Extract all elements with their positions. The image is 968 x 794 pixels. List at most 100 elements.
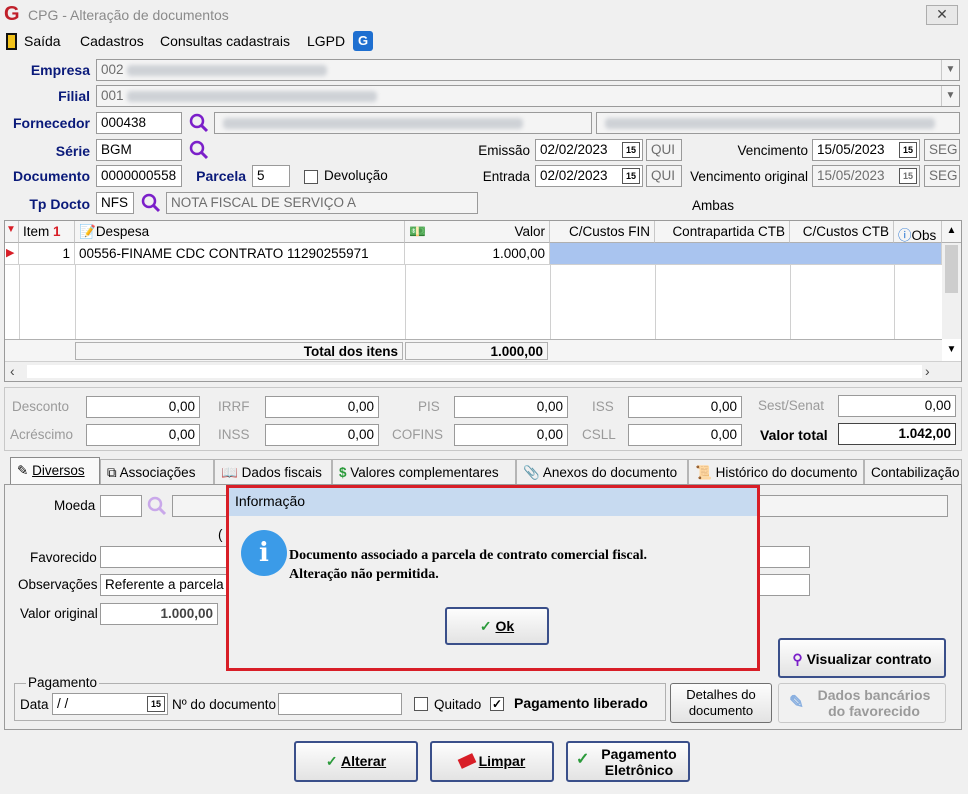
inss-label: INSS	[218, 427, 250, 442]
checkmark-icon: ✓	[479, 618, 492, 634]
search-icon[interactable]	[188, 112, 210, 134]
quitado-checkbox[interactable]	[414, 697, 428, 711]
limpar-button[interactable]: Limpar	[430, 741, 554, 782]
title-bar: G CPG - Alteração de documentos ✕	[0, 0, 968, 30]
menu-cadastros[interactable]: Cadastros	[80, 33, 144, 49]
search-icon[interactable]	[146, 495, 168, 517]
help-g-icon[interactable]: G	[353, 31, 373, 51]
tab-anexos[interactable]: 📎 Anexos do documento	[516, 459, 688, 484]
visualizar-contrato-button[interactable]: ⚲ Visualizar contrato	[778, 638, 946, 678]
ambas-label: Ambas	[692, 198, 735, 213]
cell-item[interactable]: 1	[19, 243, 75, 265]
search-icon[interactable]	[188, 139, 210, 161]
search-icon: ⚲	[792, 651, 803, 667]
documento-input[interactable]: 0000000558	[96, 165, 182, 187]
col-header-contrapartida[interactable]: Contrapartida CTB	[655, 221, 790, 243]
scroll-down-icon[interactable]: ▼	[942, 339, 961, 361]
chevron-down-icon[interactable]: ▼	[941, 86, 959, 106]
moeda-input[interactable]	[100, 495, 142, 517]
chevron-down-icon[interactable]: ▼	[941, 60, 959, 80]
irrf-input[interactable]: 0,00	[265, 396, 379, 418]
valor-original-field: 1.000,00	[100, 603, 218, 625]
ndoc-input[interactable]	[278, 693, 402, 715]
vertical-scrollbar[interactable]	[942, 243, 961, 339]
horizontal-scrollbar[interactable]: ‹ ›	[5, 361, 961, 381]
data-label: Data	[20, 697, 49, 712]
menu-saida[interactable]: Saída	[24, 33, 61, 49]
venc-original-label: Vencimento original	[690, 169, 808, 184]
cofins-input[interactable]: 0,00	[454, 424, 568, 446]
iss-input[interactable]: 0,00	[628, 396, 742, 418]
info-icon: i	[241, 530, 287, 576]
detalhes-documento-button[interactable]: Detalhes do documento	[670, 683, 772, 723]
tab-dados-fiscais[interactable]: 📖 Dados fiscais	[214, 459, 332, 484]
tab-diversos[interactable]: ✎ Diversos	[10, 457, 100, 485]
sest-input[interactable]: 0,00	[838, 395, 956, 417]
tab-valores-complementares[interactable]: $ Valores complementares	[332, 459, 516, 484]
book-icon: 📖	[221, 465, 238, 480]
paren-label: (	[218, 527, 223, 542]
cofins-label: COFINS	[392, 427, 444, 442]
vencimento-label: Vencimento	[737, 143, 808, 158]
parcela-input[interactable]: 5	[252, 165, 290, 187]
money-icon: 💵	[409, 224, 426, 239]
cell-selected[interactable]	[550, 243, 942, 265]
filial-select[interactable]: 001 ▼	[96, 85, 960, 107]
valor-total-label: Valor total	[760, 427, 828, 443]
app-logo-icon: G	[4, 3, 20, 25]
tpdocto-input[interactable]: NFS	[96, 192, 134, 214]
desconto-input[interactable]: 0,00	[86, 396, 200, 418]
dados-bancarios-button[interactable]: ✎ Dados bancários do favorecido	[778, 683, 946, 723]
col-header-valor[interactable]: 💵 Valor	[405, 221, 550, 243]
emissao-input[interactable]: 02/02/2023 15	[535, 139, 643, 161]
pagamento-liberado-checkbox[interactable]: ✓	[490, 697, 504, 711]
col-header-obs[interactable]: ⓘObs	[894, 221, 942, 243]
calendar-icon[interactable]: 15	[622, 168, 640, 184]
menu-consultas-cadastrais[interactable]: Consultas cadastrais	[160, 33, 290, 49]
tab-associacoes[interactable]: ⧉ Associações	[100, 459, 214, 484]
emissao-label: Emissão	[478, 143, 530, 158]
devolucao-checkbox[interactable]	[304, 170, 318, 184]
scroll-thumb[interactable]	[945, 245, 958, 293]
cell-valor[interactable]: 1.000,00	[405, 243, 550, 265]
eraser-icon	[457, 753, 477, 769]
entrada-day: QUI	[646, 165, 682, 187]
acrescimo-input[interactable]: 0,00	[86, 424, 200, 446]
data-input[interactable]: / /15	[52, 693, 168, 715]
ok-button[interactable]: ✓ Ok	[445, 607, 549, 645]
calendar-icon[interactable]: 15	[622, 142, 640, 158]
inss-input[interactable]: 0,00	[265, 424, 379, 446]
col-header-despesa[interactable]: 📝Despesa	[75, 221, 405, 243]
cell-despesa[interactable]: 00556-FINAME CDC CONTRATO 11290255971	[75, 243, 405, 265]
calendar-icon: 15	[899, 168, 917, 184]
col-header-ccustos-fin[interactable]: C/Custos FIN	[550, 221, 655, 243]
menu-lgpd[interactable]: LGPD	[307, 33, 345, 49]
scroll-up-icon[interactable]: ▲	[942, 221, 961, 243]
calendar-icon[interactable]: 15	[899, 142, 917, 158]
sest-label: Sest/Senat	[758, 398, 825, 413]
vencimento-input[interactable]: 15/05/2023 15	[812, 139, 920, 161]
scroll-left-icon[interactable]: ‹	[10, 363, 15, 379]
pis-input[interactable]: 0,00	[454, 396, 568, 418]
alterar-button[interactable]: ✓ Alterar	[294, 741, 418, 782]
scroll-right-icon[interactable]: ›	[925, 363, 930, 379]
pagamento-eletronico-button[interactable]: ✓ Pagamento Eletrônico	[566, 741, 690, 782]
close-button[interactable]: ✕	[926, 5, 958, 25]
calendar-icon[interactable]: 15	[147, 696, 165, 712]
col-header-item[interactable]: Item 1	[19, 221, 75, 243]
serie-input[interactable]: BGM	[96, 139, 182, 161]
col-header-ccustos-ctb[interactable]: C/Custos CTB	[790, 221, 894, 243]
search-icon[interactable]	[140, 192, 162, 214]
entrada-input[interactable]: 02/02/2023 15	[535, 165, 643, 187]
items-grid[interactable]: ▼ Item 1 📝Despesa 💵 Valor C/Custos FIN Co…	[4, 220, 962, 382]
fornecedor-code-input[interactable]: 000438	[96, 112, 182, 134]
vencimento-day: SEG	[924, 139, 960, 161]
tab-historico[interactable]: 📜 Histórico do documento	[688, 459, 864, 484]
empresa-select[interactable]: 002 ▼	[96, 59, 960, 81]
edit-doc-icon: 📝	[79, 224, 96, 239]
pagamento-group-label: Pagamento	[26, 675, 100, 690]
tab-contabilizacao[interactable]: Contabilização	[864, 459, 962, 484]
favorecido-label: Favorecido	[30, 550, 97, 565]
observacoes-label: Observações	[18, 577, 98, 592]
csll-input[interactable]: 0,00	[628, 424, 742, 446]
